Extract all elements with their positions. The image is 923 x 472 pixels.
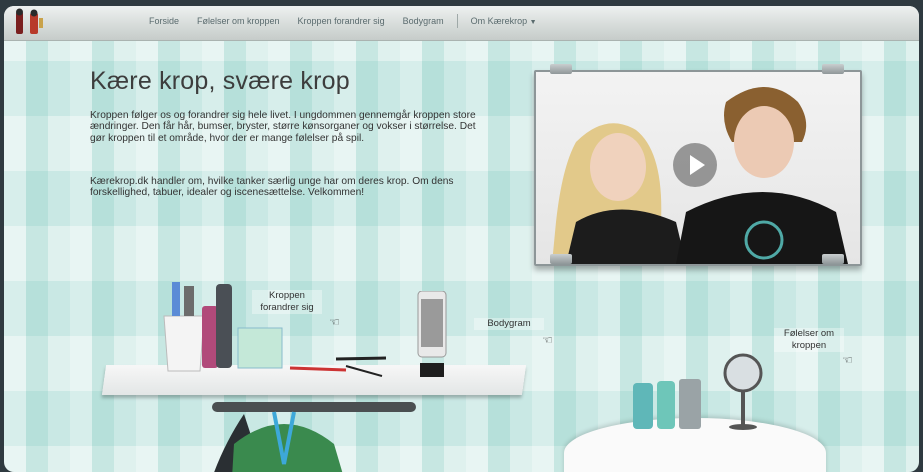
intro-paragraph: Kroppen følger os og forandrer sig hele …: [90, 110, 476, 144]
page-frame: Forside Følelser om kroppen Kroppen fora…: [4, 6, 919, 472]
logo-figures-icon[interactable]: [10, 8, 48, 38]
video-clip-icon: [822, 254, 844, 264]
bubble-bodygram[interactable]: Bodygram: [474, 318, 544, 330]
bubble-folelser-om-kroppen[interactable]: Følelser om kroppen: [774, 328, 844, 352]
nav-bodygram[interactable]: Bodygram: [394, 16, 453, 30]
page-title: Kære krop, svære krop: [90, 67, 350, 95]
nav-forside[interactable]: Forside: [140, 16, 188, 30]
pointer-hand-icon: ☜: [842, 353, 853, 367]
video-clip-icon: [550, 64, 572, 74]
sink-items-illustration[interactable]: [629, 351, 769, 431]
pointer-hand-icon: ☜: [542, 333, 553, 347]
play-button-icon[interactable]: [673, 143, 717, 187]
welcome-paragraph: Kærekrop.dk handler om, hvilke tanker sæ…: [90, 176, 454, 199]
nav-divider: [456, 14, 458, 28]
nav-folelser-om-kroppen[interactable]: Følelser om kroppen: [188, 16, 289, 30]
dropdown-label: Om Kærekrop: [470, 16, 528, 26]
towel-and-bag[interactable]: [204, 404, 354, 472]
video-player[interactable]: [534, 70, 862, 266]
pointer-hand-icon: ☜: [329, 315, 340, 329]
phone-on-stand[interactable]: [414, 291, 450, 381]
pens-on-shelf: [289, 356, 387, 377]
video-clip-icon: [550, 254, 572, 264]
nav-om-kaerekrop-dropdown[interactable]: Om Kærekrop ▼: [462, 16, 546, 30]
nav-kroppen-forandrer-sig[interactable]: Kroppen forandrer sig: [289, 16, 394, 30]
caret-down-icon: ▼: [529, 19, 537, 26]
video-clip-icon: [822, 64, 844, 74]
top-navbar: Forside Følelser om kroppen Kroppen fora…: [4, 6, 919, 41]
main-nav: Forside Følelser om kroppen Kroppen fora…: [140, 14, 546, 30]
bubble-kroppen-forandrer-sig[interactable]: Kroppen forandrer sig: [252, 290, 322, 314]
